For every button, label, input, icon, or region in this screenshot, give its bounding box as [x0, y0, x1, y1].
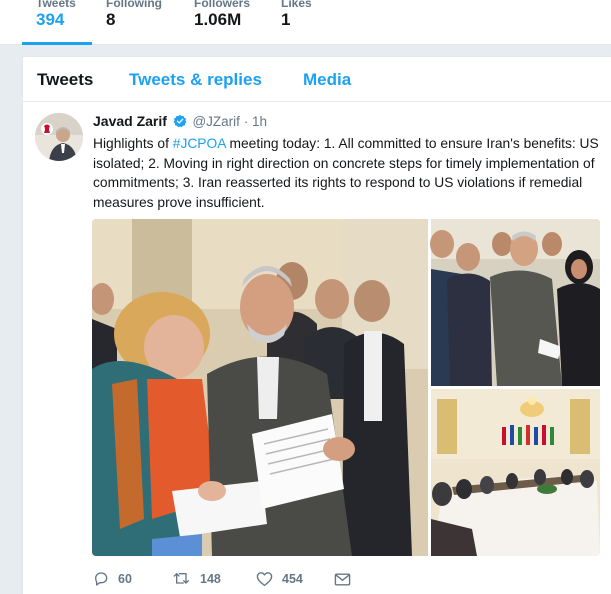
- stat-followers-value: 1.06M: [194, 10, 242, 29]
- photo-top-right[interactable]: [430, 219, 600, 386]
- stat-following-value: 8: [106, 10, 116, 29]
- stat-tweets[interactable]: Tweets 394: [36, 0, 76, 30]
- heart-icon: [256, 572, 273, 587]
- tab-tweets[interactable]: Tweets: [37, 70, 93, 90]
- reply-button[interactable]: 60: [93, 568, 132, 590]
- direct-message-button[interactable]: [334, 568, 360, 590]
- stat-followers-label: Followers: [194, 0, 251, 10]
- timeline-tabs: Tweets Tweets & replies Media: [23, 57, 611, 102]
- separator-dot: ·: [243, 114, 249, 129]
- profile-timeline: Tweets Tweets & replies Media Javad Zari…: [22, 56, 611, 594]
- tweet-username[interactable]: @JZarif: [192, 114, 239, 129]
- retweet-button[interactable]: 148: [173, 568, 221, 590]
- tab-media[interactable]: Media: [303, 70, 351, 90]
- stat-likes-value: 1: [281, 10, 291, 29]
- like-button[interactable]: 454: [256, 568, 303, 590]
- reply-count: 60: [118, 572, 132, 586]
- envelope-icon: [334, 572, 351, 586]
- avatar[interactable]: [35, 113, 83, 161]
- profile-stats-bar: Tweets 394 Following 8 Followers 1.06M L…: [0, 0, 611, 45]
- retweet-count: 148: [200, 572, 221, 586]
- tweet-timestamp[interactable]: 1h: [252, 114, 267, 129]
- tweet-header: Javad Zarif @JZarif · 1h: [93, 113, 267, 129]
- tab-tweets-and-replies[interactable]: Tweets & replies: [129, 70, 262, 90]
- tweet-author-name[interactable]: Javad Zarif: [93, 113, 167, 129]
- hashtag-link[interactable]: #JCPOA: [173, 136, 226, 151]
- stat-tweets-value: 394: [36, 10, 65, 29]
- tweet-text: Highlights of #JCPOA meeting today: 1. A…: [93, 134, 608, 212]
- photo-main[interactable]: [92, 219, 432, 556]
- tweet-text-before: Highlights of: [93, 136, 173, 151]
- photo-bottom-right[interactable]: [431, 389, 600, 556]
- stat-likes-label: Likes: [281, 0, 312, 10]
- avatar-image: [35, 113, 83, 161]
- retweet-icon: [173, 573, 189, 584]
- stat-likes[interactable]: Likes 1: [281, 0, 312, 30]
- tweet-photo-collage: [92, 219, 600, 556]
- stat-following-label: Following: [106, 0, 162, 10]
- verified-badge-icon: [173, 114, 187, 128]
- stat-following[interactable]: Following 8: [106, 0, 162, 30]
- stat-followers[interactable]: Followers 1.06M: [194, 0, 250, 30]
- active-stat-underline: [22, 42, 92, 45]
- stat-tweets-label: Tweets: [36, 0, 76, 10]
- tweet-actions: 60 148 454: [93, 568, 393, 590]
- like-count: 454: [282, 572, 303, 586]
- photo-collage-svg: [92, 219, 600, 556]
- reply-icon: [95, 572, 108, 586]
